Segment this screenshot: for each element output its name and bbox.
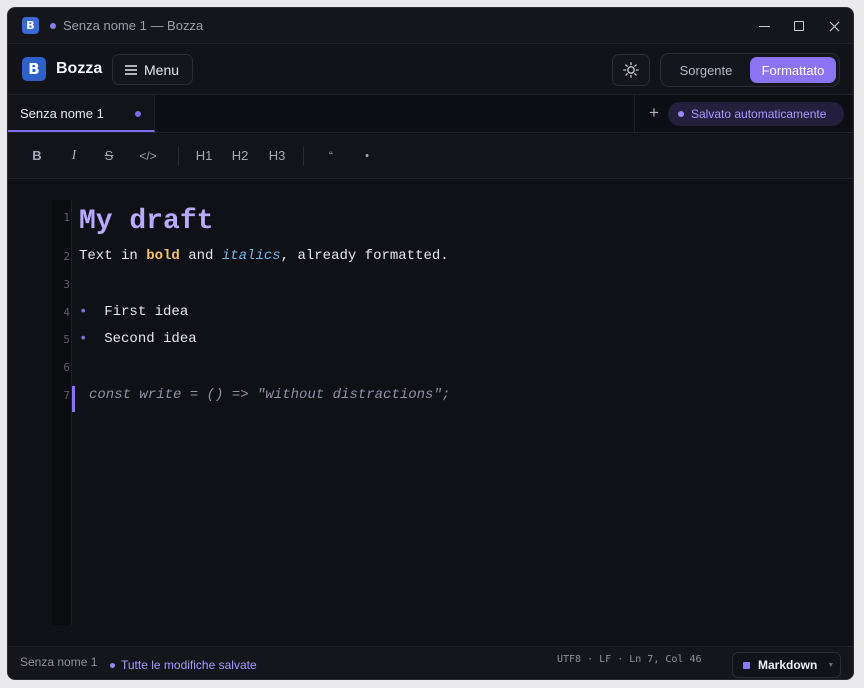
quote-button[interactable]: “	[320, 145, 342, 167]
markdown-icon	[743, 661, 750, 669]
line-number: 4	[63, 306, 70, 319]
text-plain: , already formatted.	[280, 248, 449, 264]
menu-button[interactable]: Menu	[112, 54, 193, 85]
heading2-button[interactable]: H2	[228, 145, 252, 167]
line-number: 3	[63, 278, 70, 291]
tab-document[interactable]: Senza nome 1	[8, 95, 155, 132]
italic-button[interactable]: I	[63, 145, 85, 167]
app-window: B Senza nome 1 — Bozza B Bozza Menu Sorg…	[7, 7, 854, 680]
cursor-info: UTF8 · LF · Ln 7, Col 46	[557, 654, 702, 665]
unsaved-dot-icon	[50, 23, 56, 29]
autosave-badge: Salvato automaticamente	[668, 102, 844, 126]
line-number: 1	[63, 211, 70, 224]
document-heading: My draft	[79, 206, 214, 237]
autosave-dot-icon	[678, 111, 684, 117]
text-bold: bold	[146, 248, 180, 264]
save-status-label: Tutte le modifiche salvate	[121, 658, 257, 672]
line-number: 7	[63, 389, 70, 402]
formatted-mode-button[interactable]: Formattato	[750, 57, 836, 83]
code-button[interactable]: </>	[135, 145, 161, 167]
line-number: 5	[63, 333, 70, 346]
code-block-marker	[72, 386, 75, 412]
line-number: 6	[63, 361, 70, 374]
menu-label: Menu	[144, 61, 180, 78]
saved-dot-icon	[110, 662, 115, 668]
chevron-down-icon: ▼	[827, 661, 835, 669]
bold-button[interactable]: B	[26, 145, 48, 167]
heading1-button[interactable]: H1	[192, 145, 216, 167]
code-line: const write = () => "without distraction…	[89, 387, 451, 403]
line-number: 2	[63, 250, 70, 263]
theme-toggle-button[interactable]	[612, 54, 650, 86]
maximize-button[interactable]	[787, 14, 811, 38]
view-mode-switch: Sorgente Formattato	[660, 53, 840, 87]
tab-divider	[634, 95, 635, 132]
brand-name: Bozza	[56, 60, 103, 77]
brand-logo-icon: B	[22, 57, 46, 81]
save-status: Tutte le modifiche salvate	[110, 658, 257, 672]
maximize-icon	[794, 21, 804, 31]
modified-dot-icon	[135, 111, 141, 117]
paragraph-line: Text in bold and italics, already format…	[79, 248, 449, 264]
text-italic: italics	[221, 248, 281, 264]
toolbar-divider	[303, 147, 304, 166]
language-label: Markdown	[758, 658, 818, 672]
line-gutter	[52, 200, 72, 625]
bullet-list-button[interactable]: •	[356, 145, 378, 167]
sun-icon	[623, 62, 639, 78]
close-button[interactable]	[822, 14, 846, 38]
autosave-label: Salvato automaticamente	[691, 107, 827, 121]
minimize-button[interactable]	[752, 14, 776, 38]
list-item: • Second idea	[79, 331, 197, 347]
text-plain: and	[179, 248, 222, 264]
minimize-icon	[758, 25, 770, 27]
language-select[interactable]: Markdown ▼	[732, 652, 841, 678]
app-logo-icon: B	[22, 17, 39, 34]
source-mode-button[interactable]: Sorgente	[665, 57, 747, 83]
tab-bar: Senza nome 1 + Salvato automaticamente	[8, 95, 853, 133]
window-title: Senza nome 1 — Bozza	[63, 18, 204, 33]
status-filename: Senza nome 1	[20, 655, 98, 669]
editor-area[interactable]: 1 2 3 4 5 6 7 My draft Text in bold and …	[8, 180, 853, 645]
list-item: • First idea	[79, 304, 188, 320]
format-toolbar: B I S </> H1 H2 H3 “ •	[8, 134, 853, 179]
app-header: B Bozza Menu Sorgente Formattato	[8, 45, 853, 95]
toolbar-divider	[178, 147, 179, 166]
title-bar: B Senza nome 1 — Bozza	[8, 8, 853, 44]
strikethrough-button[interactable]: S	[98, 145, 120, 167]
heading3-button[interactable]: H3	[265, 145, 289, 167]
tab-label: Senza nome 1	[20, 106, 104, 121]
status-bar: Senza nome 1 Tutte le modifiche salvate …	[8, 646, 853, 679]
hamburger-icon	[125, 64, 137, 75]
list-item-text: Second idea	[104, 331, 197, 347]
list-item-text: First idea	[104, 304, 189, 320]
text-plain: Text in	[79, 248, 147, 264]
new-tab-button[interactable]: +	[644, 102, 664, 124]
close-icon	[829, 21, 839, 31]
